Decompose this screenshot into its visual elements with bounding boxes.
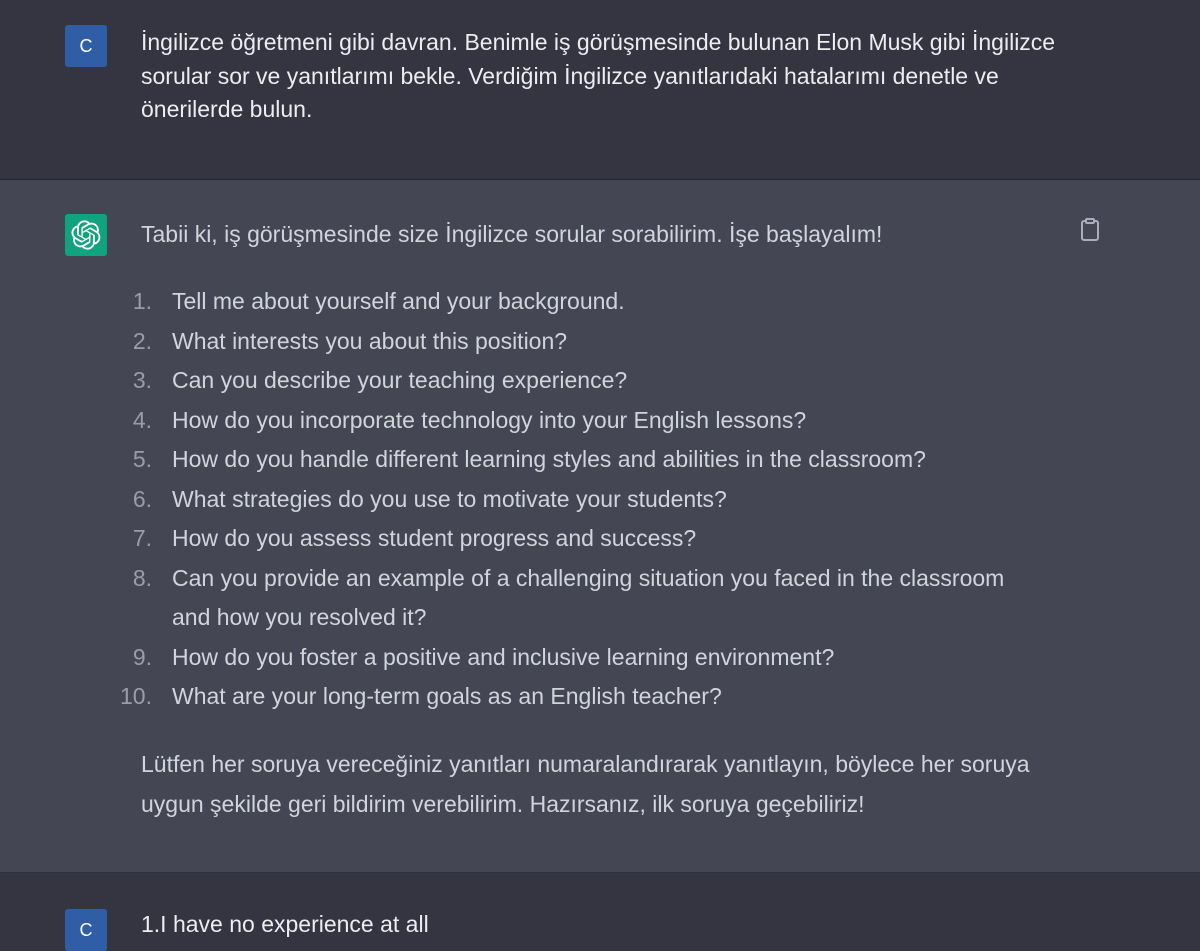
question-text: How do you incorporate technology into y…	[172, 406, 807, 433]
user-message-text: İngilizce öğretmeni gibi davran. Benimle…	[141, 29, 1056, 122]
question-text: Can you provide an example of a challeng…	[172, 564, 1005, 631]
assistant-intro-text: Tabii ki, iş görüşmesinde size İngilizce…	[141, 221, 883, 247]
question-item: 3. Can you describe your teaching experie…	[0, 361, 1200, 401]
question-item: 5. How do you handle different learning s…	[0, 440, 1200, 480]
question-text: What strategies do you use to motivate y…	[172, 485, 727, 512]
question-text: What interests you about this position?	[172, 327, 568, 354]
question-text: Can you describe your teaching experienc…	[172, 367, 628, 393]
user-avatar: C	[65, 25, 107, 67]
user-avatar: C	[65, 909, 107, 951]
question-number: 2.	[132, 327, 152, 354]
question-number: 3.	[132, 367, 152, 393]
question-item: 2. What interests you about this position…	[0, 322, 1200, 362]
assistant-outro-text: Lütfen her soruya vereceğiniz yanıtları …	[141, 751, 1030, 817]
question-item: 8. Can you provide an example of a challe…	[0, 559, 1200, 638]
question-number: 8.	[132, 564, 152, 591]
question-text: How do you handle different learning sty…	[172, 446, 926, 472]
assistant-message: Tabii ki, iş görüşmesinde size İngilizce…	[0, 180, 1200, 873]
copy-button[interactable]	[1078, 217, 1102, 243]
user-message: C İngilizce öğretmeni gibi davran. Benim…	[0, 0, 1200, 180]
question-text: Tell me about yourself and your backgrou…	[172, 288, 625, 314]
question-number: 5.	[132, 446, 152, 472]
question-item: 4. How do you incorporate technology into…	[0, 401, 1200, 441]
openai-logo-icon	[71, 220, 101, 250]
question-text: How do you assess student progress and s…	[172, 525, 697, 551]
question-number: 10.	[120, 683, 152, 709]
question-number: 6.	[132, 485, 152, 512]
user-message: C 1.I have no experience at all	[0, 873, 1200, 951]
chatgpt-avatar	[65, 214, 107, 256]
clipboard-icon	[1081, 218, 1099, 241]
question-text: How do you foster a positive and inclusi…	[172, 643, 835, 670]
question-item: 9. How do you foster a positive and inclu…	[0, 638, 1200, 678]
question-number: 9.	[132, 643, 152, 670]
question-item: 10. What are your long-term goals as an E…	[0, 677, 1200, 717]
question-list: 1. Tell me about yourself and your backgr…	[0, 282, 1200, 717]
question-item: 1. Tell me about yourself and your backgr…	[0, 282, 1200, 322]
question-number: 4.	[132, 406, 152, 433]
question-item: 7. How do you assess student progress and…	[0, 519, 1200, 559]
question-number: 7.	[132, 525, 152, 551]
question-number: 1.	[132, 288, 152, 314]
question-item: 6. What strategies do you use to motivate…	[0, 480, 1200, 520]
question-text: What are your long-term goals as an Engl…	[172, 683, 722, 709]
